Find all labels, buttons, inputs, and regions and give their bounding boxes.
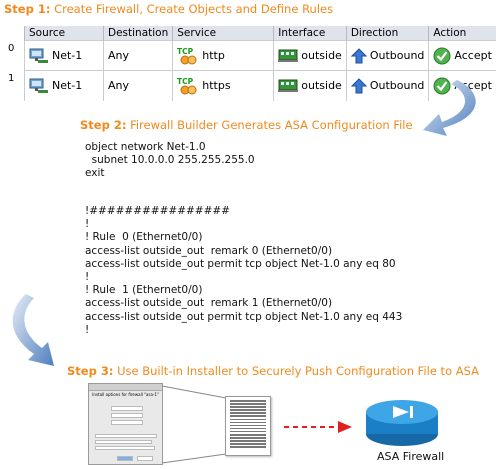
table-header-row: Source Destination Service Interface Dir… (4, 26, 496, 41)
header-service[interactable]: Service (172, 26, 274, 41)
rule-number: 1 (8, 72, 15, 84)
asa-firewall-icon (366, 400, 438, 446)
destination-cell[interactable]: Any (102, 40, 173, 71)
interface-icon (278, 49, 299, 62)
header-num (4, 26, 25, 41)
interface-label: outside (301, 79, 342, 93)
header-direction[interactable]: Direction (345, 26, 429, 41)
service-label: http (202, 49, 225, 62)
interface-cell[interactable]: outside (273, 70, 347, 101)
direction-label: Outbound (369, 49, 425, 62)
action-cell[interactable]: Accept (428, 40, 496, 71)
step1-lead: Step 1: (4, 2, 51, 16)
arrow-up-icon (350, 78, 367, 94)
config-file-document-icon (225, 396, 271, 456)
interface-icon (278, 79, 299, 92)
installer-title: Install options for firewall "asa-1" (92, 392, 159, 397)
arrow-up-icon (350, 47, 367, 63)
curved-arrow-left (12, 294, 54, 366)
rule-number: 0 (8, 42, 15, 54)
step3-text: Use Built-in Installer to Securely Push … (113, 364, 480, 378)
step2-title: Step 2: Firewall Builder Generates ASA C… (80, 118, 413, 132)
step2-text: Firewall Builder Generates ASA Configura… (126, 118, 413, 132)
header-action[interactable]: Action (428, 26, 496, 41)
curved-arrow-right (423, 80, 476, 136)
svg-text:TCP: TCP (177, 47, 194, 56)
source-label: Net-1 (52, 49, 83, 62)
network-icon (29, 78, 48, 93)
svg-text:TCP: TCP (177, 77, 194, 86)
connector-lines (161, 385, 227, 464)
header-source[interactable]: Source (24, 26, 104, 41)
header-destination[interactable]: Destination (102, 26, 173, 41)
service-cell[interactable]: TCP http (172, 40, 274, 71)
tcp-service-icon: TCP (177, 47, 197, 64)
interface-label: outside (301, 49, 342, 62)
tcp-service-icon: TCP (177, 77, 197, 95)
service-cell[interactable]: TCP https (172, 70, 274, 101)
dashed-push-arrow (284, 421, 352, 433)
step3-title: Step 3: Use Built-in Installer to Secure… (67, 364, 479, 378)
source-cell[interactable]: Net-1 (24, 70, 104, 101)
step3-lead: Step 3: (67, 364, 114, 378)
network-icon (29, 48, 48, 63)
asa-firewall-label: ASA Firewall (377, 450, 445, 463)
source-cell[interactable]: Net-1 (24, 40, 104, 71)
action-label: Accept (454, 49, 492, 62)
installer-dialog-thumbnail: Install options for firewall "asa-1" (88, 383, 163, 465)
step1-title: Step 1: Create Firewall, Create Objects … (4, 2, 333, 16)
destination-cell[interactable]: Any (102, 70, 173, 101)
interface-cell[interactable]: outside (273, 40, 347, 71)
direction-cell[interactable]: Outbound (345, 40, 429, 71)
service-label: https (202, 79, 231, 93)
step2-lead: Step 2: (80, 118, 127, 132)
config-acl-block: !################ ! ! Rule 0 (Ethernet0/… (85, 205, 403, 336)
step1-text: Create Firewall, Create Objects and Defi… (50, 2, 334, 16)
accept-check-icon (433, 47, 451, 64)
header-interface[interactable]: Interface (273, 26, 347, 41)
source-label: Net-1 (52, 79, 83, 93)
table-row[interactable]: 0 Net-1 Any TCP http outside Outbound Ac… (4, 40, 496, 71)
config-object-block: object network Net-1.0 subnet 10.0.0.0 2… (85, 141, 255, 180)
